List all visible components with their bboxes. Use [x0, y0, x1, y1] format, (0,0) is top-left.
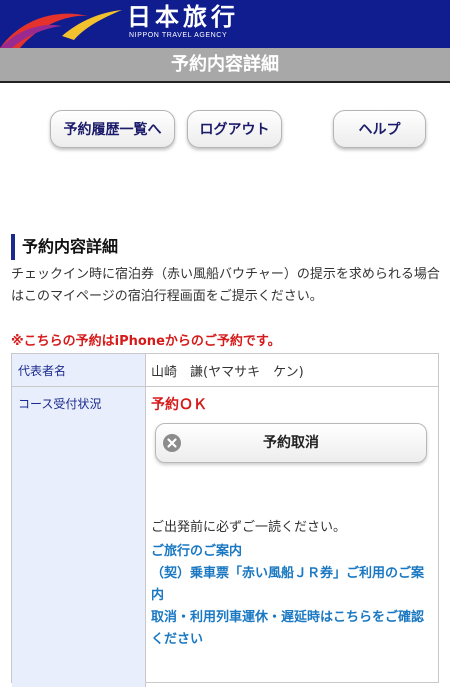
page-title: 予約内容詳細: [0, 48, 450, 83]
cancel-button-label: 予約取消: [263, 435, 319, 451]
status-badge: 予約ＯＫ: [151, 397, 207, 413]
logout-button[interactable]: ログアウト: [187, 110, 282, 148]
voucher-notice: チェックイン時に宿泊券（赤い風船バウチャー）の提示を求められる場合はこのマイペー…: [11, 267, 440, 304]
brand-logo[interactable]: 日本旅行 NIPPON TRAVEL AGENCY: [127, 3, 239, 41]
table-row: 代表者名 山崎 謙(ヤマサキ ケン): [12, 354, 438, 387]
reservation-history-button[interactable]: 予約履歴一覧へ: [50, 110, 175, 148]
help-button[interactable]: ヘルプ: [333, 110, 426, 148]
course-status-cell: 予約ＯＫ 予約取消 ご出発前に必ずご一読ください。 ご旅行のご案内 （契）乗車票…: [146, 387, 438, 687]
cancellation-delay-link[interactable]: 取消・利用列車運休・遅延時はこちらをご確認ください: [151, 607, 436, 651]
reservation-table: 代表者名 山崎 謙(ヤマサキ ケン) コース受付状況 予約ＯＫ 予約取消 ご出発…: [11, 353, 439, 687]
section-heading: 予約内容詳細: [11, 234, 118, 260]
brand-sub: NIPPON TRAVEL AGENCY: [129, 32, 228, 39]
course-status-label: コース受付状況: [12, 387, 146, 687]
iphone-booking-warning: ※こちらの予約はiPhoneからのご予約です。: [11, 334, 281, 349]
cancel-reservation-button[interactable]: 予約取消: [155, 423, 427, 463]
travel-guide-link[interactable]: ご旅行のご案内: [151, 541, 436, 563]
brand-name: 日本旅行: [127, 3, 239, 31]
info-links: ご旅行のご案内 （契）乗車票「赤い風船ＪＲ券」ご利用のご案内 取消・利用列車運休…: [151, 541, 436, 651]
read-before-departure-note: ご出発前に必ずご一読ください。: [151, 520, 347, 535]
representative-label: 代表者名: [12, 354, 146, 386]
table-row: コース受付状況 予約ＯＫ 予約取消 ご出発前に必ずご一読ください。 ご旅行のご案…: [12, 387, 438, 687]
app-header: 日本旅行 NIPPON TRAVEL AGENCY: [0, 0, 450, 48]
jr-ticket-guide-link[interactable]: （契）乗車票「赤い風船ＪＲ券」ご利用のご案内: [151, 563, 436, 607]
brand-logo-swoosh: [0, 10, 122, 48]
representative-name: 山崎 謙(ヤマサキ ケン): [151, 365, 304, 380]
